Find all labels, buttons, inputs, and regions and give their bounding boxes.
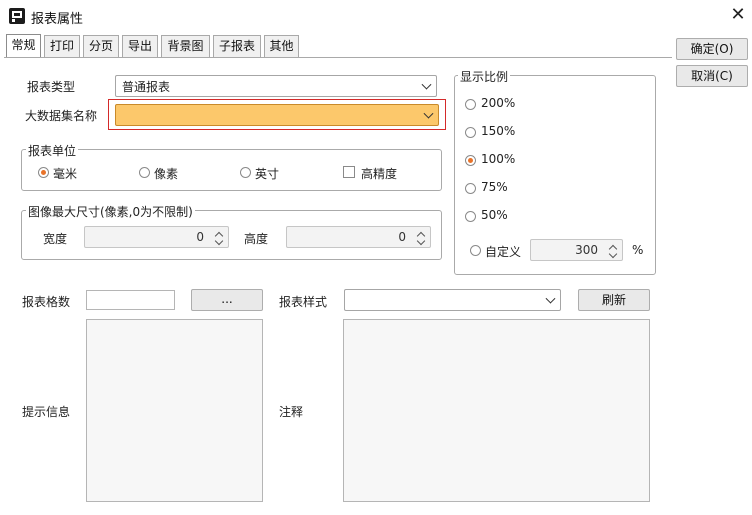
scale-150-label[interactable]: 150% bbox=[481, 124, 515, 138]
report-style-select[interactable] bbox=[344, 289, 561, 311]
tab-export[interactable]: 导出 bbox=[122, 35, 158, 57]
width-spinner[interactable]: 0 bbox=[84, 226, 229, 248]
scale-200-label[interactable]: 200% bbox=[481, 96, 515, 110]
unit-pixel-radio[interactable] bbox=[139, 167, 150, 178]
image-size-group-title: 图像最大尺寸(像素,0为不限制) bbox=[26, 203, 195, 220]
report-app-icon bbox=[9, 8, 25, 24]
note-textarea[interactable] bbox=[343, 319, 650, 502]
hint-info-textarea[interactable] bbox=[86, 319, 263, 502]
height-label: 高度 bbox=[244, 232, 269, 246]
scale-50-label[interactable]: 50% bbox=[481, 208, 508, 222]
scale-150-radio[interactable] bbox=[465, 127, 476, 138]
chevron-down-icon bbox=[423, 108, 434, 119]
big-dataset-select[interactable] bbox=[115, 104, 439, 126]
custom-scale-spinner[interactable]: 300 bbox=[530, 239, 623, 261]
title-bar bbox=[0, 0, 752, 32]
window-title: 报表属性 bbox=[31, 12, 84, 27]
scale-custom-radio[interactable] bbox=[470, 245, 481, 256]
scale-75-radio[interactable] bbox=[465, 183, 476, 194]
scale-75-label[interactable]: 75% bbox=[481, 180, 508, 194]
percent-sign: % bbox=[632, 243, 644, 257]
grid-count-label: 报表格数 bbox=[22, 295, 71, 309]
spin-down-icon[interactable] bbox=[416, 236, 426, 246]
unit-inch-radio[interactable] bbox=[240, 167, 251, 178]
unit-group-title: 报表单位 bbox=[26, 142, 79, 159]
note-label: 注释 bbox=[279, 405, 304, 419]
unit-mm-label[interactable]: 毫米 bbox=[53, 165, 77, 182]
cancel-button[interactable]: 取消(C) bbox=[676, 65, 748, 87]
refresh-button[interactable]: 刷新 bbox=[578, 289, 650, 311]
tab-divider bbox=[4, 57, 672, 58]
high-precision-checkbox[interactable] bbox=[343, 166, 355, 178]
width-label: 宽度 bbox=[43, 232, 68, 246]
report-type-select[interactable]: 普通报表 bbox=[115, 75, 437, 97]
tab-general[interactable]: 常规 bbox=[6, 34, 41, 58]
unit-pixel-label[interactable]: 像素 bbox=[154, 165, 178, 182]
spin-down-icon[interactable] bbox=[214, 236, 224, 246]
width-value: 0 bbox=[196, 230, 204, 244]
height-value: 0 bbox=[398, 230, 406, 244]
tab-subreport[interactable]: 子报表 bbox=[213, 35, 261, 57]
chevron-down-icon bbox=[545, 293, 556, 304]
report-type-label: 报表类型 bbox=[27, 80, 76, 94]
report-type-value: 普通报表 bbox=[122, 80, 171, 94]
close-icon[interactable]: ✕ bbox=[728, 4, 748, 26]
spin-down-icon[interactable] bbox=[608, 249, 618, 259]
tab-print[interactable]: 打印 bbox=[44, 35, 80, 57]
scale-100-label[interactable]: 100% bbox=[481, 152, 515, 166]
high-precision-label[interactable]: 高精度 bbox=[361, 165, 397, 182]
scale-group-title: 显示比例 bbox=[458, 68, 511, 85]
big-dataset-label: 大数据集名称 bbox=[25, 109, 98, 123]
ellipsis-button[interactable]: ... bbox=[191, 289, 263, 311]
scale-200-radio[interactable] bbox=[465, 99, 476, 110]
scale-custom-label[interactable]: 自定义 bbox=[485, 243, 521, 260]
report-style-label: 报表样式 bbox=[279, 295, 328, 309]
custom-scale-value: 300 bbox=[575, 243, 598, 257]
unit-mm-radio[interactable] bbox=[38, 167, 49, 178]
scale-50-radio[interactable] bbox=[465, 211, 476, 222]
tab-background[interactable]: 背景图 bbox=[161, 35, 210, 57]
height-spinner[interactable]: 0 bbox=[286, 226, 431, 248]
chevron-down-icon bbox=[421, 79, 432, 90]
scale-100-radio[interactable] bbox=[465, 155, 476, 166]
unit-inch-label[interactable]: 英寸 bbox=[255, 165, 279, 182]
grid-count-field[interactable] bbox=[86, 290, 175, 310]
tab-paging[interactable]: 分页 bbox=[83, 35, 119, 57]
hint-info-label: 提示信息 bbox=[22, 405, 71, 419]
ok-button[interactable]: 确定(O) bbox=[676, 38, 748, 60]
tab-other[interactable]: 其他 bbox=[264, 35, 299, 57]
